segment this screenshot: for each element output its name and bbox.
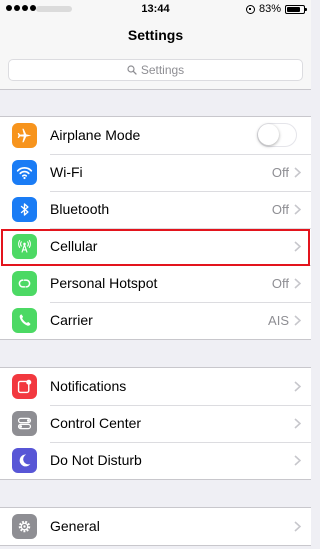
row-label: Personal Hotspot: [50, 275, 158, 291]
row-label: Do Not Disturb: [50, 452, 142, 468]
rotation-lock-icon: [245, 4, 255, 14]
row-do-not-disturb[interactable]: Do Not Disturb: [0, 442, 311, 479]
search-icon: [127, 65, 137, 75]
bluetooth-icon: [12, 197, 37, 222]
row-label: General: [50, 518, 100, 534]
row-label: Wi-Fi: [50, 164, 83, 180]
settings-screen: 13:44 83% Settings Settings Airplane Mod…: [0, 0, 311, 549]
battery-icon: [285, 4, 307, 14]
chevron-right-icon: [294, 455, 301, 466]
chevron-right-icon: [294, 521, 301, 532]
hotspot-icon: [12, 271, 37, 296]
row-value: Off: [271, 202, 289, 217]
row-value: AIS: [268, 313, 289, 328]
notifications-icon: [12, 374, 37, 399]
row-wifi[interactable]: Wi-Fi Off: [0, 154, 311, 191]
chevron-right-icon: [294, 167, 301, 178]
chevron-right-icon: [294, 278, 301, 289]
cellular-icon: [12, 234, 37, 259]
row-value: Off: [271, 165, 289, 180]
row-cellular[interactable]: Cellular: [0, 228, 311, 265]
airplane-icon: [12, 123, 37, 148]
row-label: Control Center: [50, 415, 142, 431]
row-label: Carrier: [50, 312, 93, 328]
connectivity-group: Airplane Mode Wi-Fi Off Bluetooth Off Ce…: [0, 116, 311, 340]
chevron-right-icon: [294, 204, 301, 215]
row-bluetooth[interactable]: Bluetooth Off: [0, 191, 311, 228]
row-label: Notifications: [50, 378, 127, 394]
battery-percent: 83%: [258, 3, 281, 15]
notifications-group: Notifications Control Center Do Not Dist…: [0, 367, 311, 480]
search-input[interactable]: Settings: [8, 59, 303, 81]
row-label: Airplane Mode: [50, 127, 141, 143]
airplane-mode-toggle[interactable]: [257, 123, 297, 147]
wifi-icon: [12, 160, 37, 185]
row-control-center[interactable]: Control Center: [0, 405, 311, 442]
row-personal-hotspot[interactable]: Personal Hotspot Off: [0, 265, 311, 302]
row-value: Off: [271, 276, 289, 291]
moon-icon: [12, 448, 37, 473]
page-title: Settings: [127, 27, 184, 43]
row-carrier[interactable]: Carrier AIS: [0, 302, 311, 339]
row-label: Bluetooth: [50, 201, 110, 217]
row-airplane-mode[interactable]: Airplane Mode: [0, 117, 311, 154]
control-center-icon: [12, 411, 37, 436]
row-notifications[interactable]: Notifications: [0, 368, 311, 405]
chevron-right-icon: [294, 418, 301, 429]
chevron-right-icon: [294, 381, 301, 392]
row-general[interactable]: General: [0, 508, 311, 545]
row-label: Cellular: [50, 238, 98, 254]
search-area: Settings: [0, 50, 311, 90]
chevron-right-icon: [294, 315, 301, 326]
general-group: General: [0, 507, 311, 546]
gear-icon: [12, 514, 37, 539]
navigation-bar: Settings: [0, 20, 311, 50]
chevron-right-icon: [294, 241, 301, 252]
carrier-icon: [12, 308, 37, 333]
status-bar: 13:44 83%: [0, 0, 311, 20]
search-placeholder: Settings: [140, 63, 185, 77]
